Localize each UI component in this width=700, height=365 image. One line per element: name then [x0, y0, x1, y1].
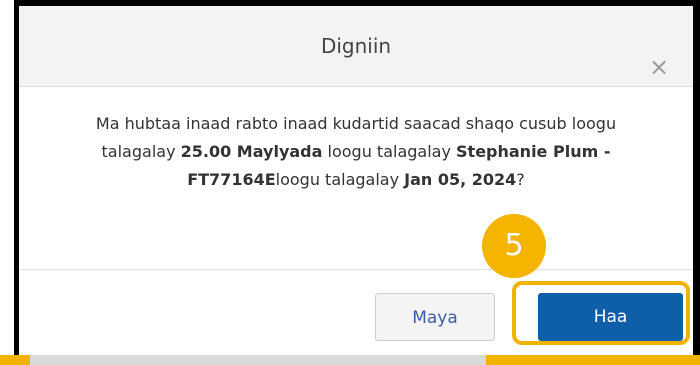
message-hours: 25.00 Maylyada — [180, 142, 323, 161]
message-text-3: loogu talagalay — [275, 170, 405, 189]
yes-button[interactable]: Haa — [538, 293, 683, 341]
bottom-highlight-right — [486, 355, 700, 365]
footer-divider — [19, 269, 693, 270]
step-number-badge: 5 — [482, 214, 546, 278]
dialog-title: Digniin — [320, 34, 392, 58]
close-icon[interactable]: × — [646, 54, 672, 80]
bottom-highlight-left — [0, 355, 30, 365]
no-button[interactable]: Maya — [375, 293, 495, 341]
dialog-header: Digniin × — [19, 6, 693, 87]
dialog-message: Ma hubtaa inaad rabto inaad kudartid saa… — [59, 110, 653, 194]
message-text-4: ? — [516, 170, 525, 189]
message-date: Jan 05, 2024 — [404, 170, 517, 189]
screenshot-frame-right — [693, 0, 700, 365]
bottom-strip — [0, 355, 700, 365]
message-text-2: loogu talagalay — [322, 142, 457, 161]
confirmation-dialog: Digniin × Ma hubtaa inaad rabto inaad ku… — [19, 6, 693, 355]
